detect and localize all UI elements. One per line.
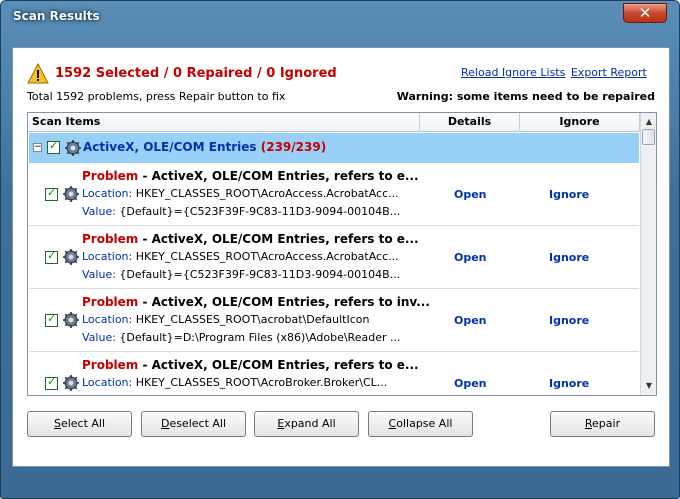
scan-items-grid: Scan Items Details Ignore − ActiveX, OLE… <box>27 112 657 396</box>
problem-text: - ActiveX, OLE/COM Entries, refers to in… <box>138 295 430 309</box>
open-link[interactable]: Open <box>454 377 487 390</box>
problem-text: - ActiveX, OLE/COM Entries, refers to e.… <box>138 169 419 183</box>
location-value: HKEY_CLASSES_ROOT\AcroAccess.AcrobatAcc.… <box>135 187 399 200</box>
location-line: Location: HKEY_CLASSES_ROOT\acrobat\Defa… <box>82 313 369 326</box>
problem-label: Problem <box>82 358 139 372</box>
group-name: ActiveX, OLE/COM Entries <box>83 140 257 154</box>
group-label: ActiveX, OLE/COM Entries (239/239) <box>83 140 326 154</box>
open-link[interactable]: Open <box>454 251 487 264</box>
value-line: Value: {Default}=D:\Program Files (x86)\… <box>82 331 400 344</box>
close-button[interactable]: ✕ <box>623 3 667 23</box>
problem-text: - ActiveX, OLE/COM Entries, refers to e.… <box>138 232 419 246</box>
gear-icon <box>63 186 79 202</box>
collapse-all-label: ollapse All <box>396 417 453 430</box>
location-label: Location: <box>82 250 133 263</box>
gear-icon <box>65 140 81 156</box>
expand-all-button[interactable]: Expand All <box>254 411 359 437</box>
vertical-scrollbar[interactable]: ▲ ▼ <box>640 113 656 395</box>
value-label: Value: <box>82 205 116 218</box>
value-text: {Default}=D:\Program Files (x86)\Adobe\R… <box>119 331 401 344</box>
location-line: Location: HKEY_CLASSES_ROOT\AcroAccess.A… <box>82 250 399 263</box>
problem-line: Problem - ActiveX, OLE/COM Entries, refe… <box>82 295 430 309</box>
problem-line: Problem - ActiveX, OLE/COM Entries, refe… <box>82 232 419 246</box>
value-text: {Default}={C523F39F-9C83-11D3-9094-00104… <box>119 205 401 218</box>
location-value: HKEY_CLASSES_ROOT\AcroAccess.AcrobatAcc.… <box>135 250 399 263</box>
group-row-activex[interactable]: − ActiveX, OLE/COM Entries (239/239) <box>29 133 639 163</box>
repair-label: epair <box>592 417 621 430</box>
problem-line: Problem - ActiveX, OLE/COM Entries, refe… <box>82 169 419 183</box>
gear-icon <box>63 249 79 265</box>
list-item[interactable]: Problem - ActiveX, OLE/COM Entries, refe… <box>29 289 639 352</box>
repair-button[interactable]: Repair <box>550 411 655 437</box>
grid-header: Scan Items Details Ignore <box>28 113 640 132</box>
ignore-link[interactable]: Ignore <box>549 377 589 390</box>
client-area: 1592 Selected / 0 Repaired / 0 Ignored R… <box>12 47 670 467</box>
value-line: Value: {Default}={C523F39F-9C83-11D3-909… <box>82 268 400 281</box>
window-title: Scan Results <box>13 9 100 23</box>
deselect-all-label: eselect All <box>169 417 227 430</box>
item-checkbox[interactable] <box>45 375 58 390</box>
list-item[interactable]: Problem - ActiveX, OLE/COM Entries, refe… <box>29 352 639 395</box>
collapse-all-button[interactable]: Collapse All <box>368 411 473 437</box>
location-line: Location: HKEY_CLASSES_ROOT\AcroBroker.B… <box>82 376 387 389</box>
item-checkbox[interactable] <box>45 312 58 327</box>
column-header-ignore[interactable]: Ignore <box>520 113 640 132</box>
item-checkbox[interactable] <box>45 249 58 264</box>
ignore-link[interactable]: Ignore <box>549 251 589 264</box>
select-all-button[interactable]: Select All <box>27 411 132 437</box>
value-label: Value: <box>82 331 116 344</box>
export-report-link[interactable]: Export Report <box>571 66 647 79</box>
value-line: Value: {Default}={C523F39F-9C83-11D3-909… <box>82 205 400 218</box>
column-header-scan-items[interactable]: Scan Items <box>28 113 420 132</box>
location-label: Location: <box>82 376 133 389</box>
location-value: HKEY_CLASSES_ROOT\acrobat\DefaultIcon <box>135 313 370 326</box>
location-line: Location: HKEY_CLASSES_ROOT\AcroAccess.A… <box>82 187 399 200</box>
column-header-details[interactable]: Details <box>420 113 520 132</box>
scan-results-window: Scan Results ✕ 1592 Selected / 0 Repaire… <box>0 0 680 499</box>
group-count: (239/239) <box>260 140 327 154</box>
select-all-mnemonic: S <box>53 417 61 430</box>
select-all-label: elect All <box>60 417 106 430</box>
ignore-link[interactable]: Ignore <box>549 188 589 201</box>
repair-mnemonic: R <box>584 417 593 430</box>
item-checkbox[interactable] <box>45 186 58 201</box>
problems-subtext: Total 1592 problems, press Repair button… <box>27 90 286 103</box>
value-text: {Default}={C523F39F-9C83-11D3-9094-00104… <box>119 268 401 281</box>
gear-icon <box>63 312 79 328</box>
scroll-down-arrow-icon[interactable]: ▼ <box>641 378 656 394</box>
ignore-link[interactable]: Ignore <box>549 314 589 327</box>
location-label: Location: <box>82 187 133 200</box>
header-links: Reload Ignore Lists Export Report <box>459 66 647 79</box>
collapse-toggle-icon[interactable]: − <box>33 143 42 152</box>
open-link[interactable]: Open <box>454 314 487 327</box>
list-item[interactable]: Problem - ActiveX, OLE/COM Entries, refe… <box>29 226 639 289</box>
warning-triangle-icon <box>27 63 49 84</box>
reload-ignore-lists-link[interactable]: Reload Ignore Lists <box>461 66 565 79</box>
scroll-up-arrow-icon[interactable]: ▲ <box>641 114 656 130</box>
problem-label: Problem <box>82 232 139 246</box>
title-bar[interactable]: Scan Results ✕ <box>1 1 679 33</box>
open-link[interactable]: Open <box>454 188 487 201</box>
value-label: Value: <box>82 268 116 281</box>
problem-label: Problem <box>82 295 139 309</box>
group-checkbox[interactable] <box>47 139 60 154</box>
scan-summary: 1592 Selected / 0 Repaired / 0 Ignored <box>55 66 337 81</box>
problem-label: Problem <box>82 169 139 183</box>
repair-warning: Warning: some items need to be repaired <box>396 90 655 103</box>
gear-icon <box>63 375 79 391</box>
problem-text: - ActiveX, OLE/COM Entries, refers to e.… <box>138 358 419 372</box>
expand-all-label: xpand All <box>284 417 336 430</box>
deselect-all-button[interactable]: Deselect All <box>141 411 246 437</box>
list-item[interactable]: Problem - ActiveX, OLE/COM Entries, refe… <box>29 163 639 226</box>
location-value: HKEY_CLASSES_ROOT\AcroBroker.Broker\CL..… <box>135 376 388 389</box>
problem-line: Problem - ActiveX, OLE/COM Entries, refe… <box>82 358 419 372</box>
location-label: Location: <box>82 313 133 326</box>
scrollbar-thumb[interactable] <box>642 129 655 145</box>
